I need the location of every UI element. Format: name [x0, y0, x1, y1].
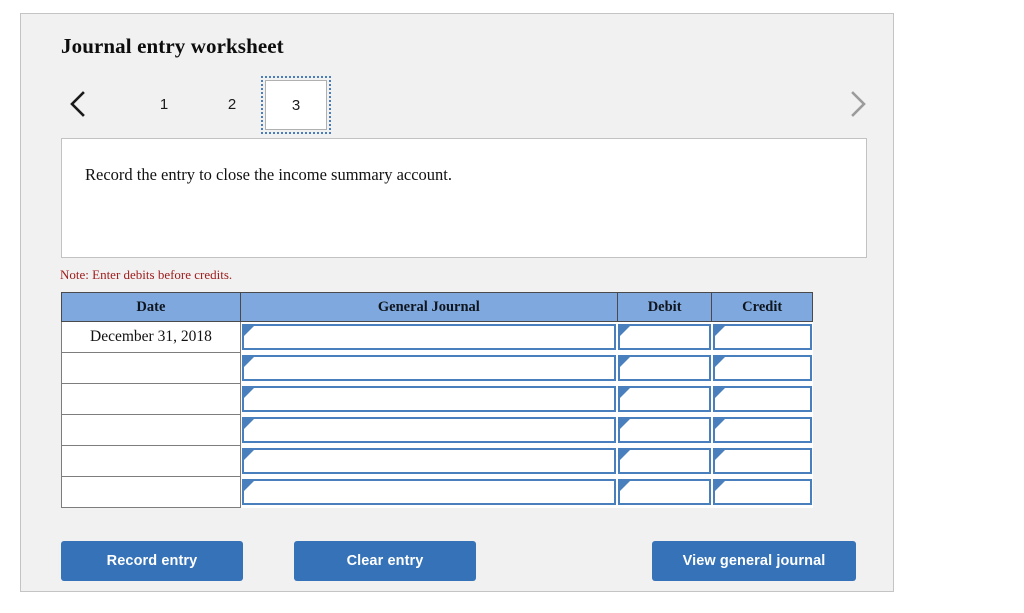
cell-debit[interactable] [617, 476, 712, 508]
table-header: Date General Journal Debit Credit [61, 292, 813, 322]
instruction-text: Record the entry to close the income sum… [85, 165, 453, 184]
view-general-journal-button[interactable]: View general journal [652, 541, 856, 581]
debit-input[interactable] [618, 478, 711, 505]
cell-credit[interactable] [711, 383, 813, 415]
column-header-general-journal: General Journal [239, 292, 618, 322]
cell-general-journal[interactable] [240, 476, 618, 508]
column-header-date: Date [61, 292, 241, 322]
journal-entry-table: Date General Journal Debit Credit Decemb… [61, 292, 813, 508]
general-journal-input[interactable] [241, 478, 617, 505]
column-header-debit: Debit [616, 292, 713, 322]
credit-input[interactable] [712, 478, 812, 505]
general-journal-input[interactable] [241, 323, 617, 350]
column-header-credit: Credit [711, 292, 813, 322]
table-header-row: Date General Journal Debit Credit [61, 292, 813, 322]
general-journal-input[interactable] [241, 416, 617, 443]
worksheet-panel: Journal entry worksheet 1 2 3 Record the… [20, 13, 894, 592]
cell-credit[interactable] [711, 321, 813, 353]
table-row [61, 352, 813, 384]
cell-general-journal[interactable] [240, 414, 618, 446]
cell-credit[interactable] [711, 445, 813, 477]
cell-general-journal[interactable] [240, 352, 618, 384]
cell-debit[interactable] [617, 352, 712, 384]
cell-debit[interactable] [617, 414, 712, 446]
worksheet-tabbar: 1 2 3 [61, 76, 875, 134]
credit-input[interactable] [712, 385, 812, 412]
cell-credit[interactable] [711, 352, 813, 384]
cell-general-journal[interactable] [240, 321, 618, 353]
page-title: Journal entry worksheet [61, 34, 284, 58]
cell-general-journal[interactable] [240, 445, 618, 477]
table-row [61, 445, 813, 477]
cell-debit[interactable] [617, 321, 712, 353]
instruction-box: Record the entry to close the income sum… [61, 138, 867, 258]
debit-input[interactable] [618, 323, 711, 350]
general-journal-input[interactable] [241, 354, 617, 381]
credit-input[interactable] [712, 354, 812, 381]
debit-input[interactable] [618, 416, 711, 443]
table-row: December 31, 2018 [61, 321, 813, 353]
worksheet-tab-3[interactable]: 3 [261, 76, 331, 134]
chevron-right-icon[interactable] [841, 84, 875, 124]
chevron-left-icon[interactable] [61, 84, 95, 124]
cell-date: December 31, 2018 [61, 321, 241, 353]
table-row [61, 476, 813, 508]
cell-date [61, 445, 241, 477]
cell-general-journal[interactable] [240, 383, 618, 415]
general-journal-input[interactable] [241, 447, 617, 474]
general-journal-input[interactable] [241, 385, 617, 412]
table-body: December 31, 2018 [61, 321, 813, 508]
worksheet-tab-2[interactable]: 2 [201, 80, 263, 130]
debit-input[interactable] [618, 354, 711, 381]
cell-date [61, 476, 241, 508]
cell-debit[interactable] [617, 445, 712, 477]
cell-date [61, 414, 241, 446]
debit-input[interactable] [618, 447, 711, 474]
cell-debit[interactable] [617, 383, 712, 415]
table-row [61, 414, 813, 446]
cell-credit[interactable] [711, 414, 813, 446]
credit-input[interactable] [712, 323, 812, 350]
worksheet-tab-1[interactable]: 1 [133, 80, 195, 130]
cell-date [61, 383, 241, 415]
credit-input[interactable] [712, 416, 812, 443]
cell-date [61, 352, 241, 384]
cell-credit[interactable] [711, 476, 813, 508]
debit-input[interactable] [618, 385, 711, 412]
record-entry-button[interactable]: Record entry [61, 541, 243, 581]
table-row [61, 383, 813, 415]
debits-before-credits-note: Note: Enter debits before credits. [60, 267, 233, 282]
page-root: Journal entry worksheet 1 2 3 Record the… [0, 0, 1024, 613]
credit-input[interactable] [712, 447, 812, 474]
clear-entry-button[interactable]: Clear entry [294, 541, 476, 581]
